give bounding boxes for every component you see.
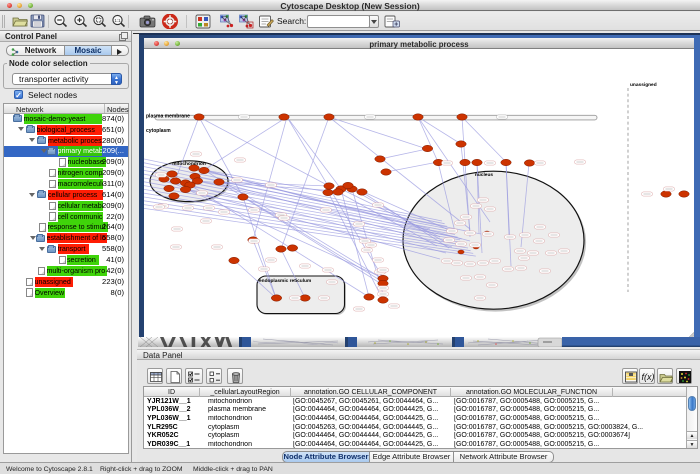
svg-text:mitochondrion: mitochondrion xyxy=(172,161,206,167)
svg-text:nucleus: nucleus xyxy=(475,172,493,178)
svg-text:1:1: 1:1 xyxy=(114,17,121,22)
svg-text:unassigned: unassigned xyxy=(630,82,657,88)
svg-text:cytoplasm: cytoplasm xyxy=(146,128,171,134)
svg-text:endoplasmic reticulum: endoplasmic reticulum xyxy=(259,278,311,284)
svg-text:plasma membrane: plasma membrane xyxy=(146,114,190,120)
svg-text:f(x): f(x) xyxy=(641,372,654,382)
